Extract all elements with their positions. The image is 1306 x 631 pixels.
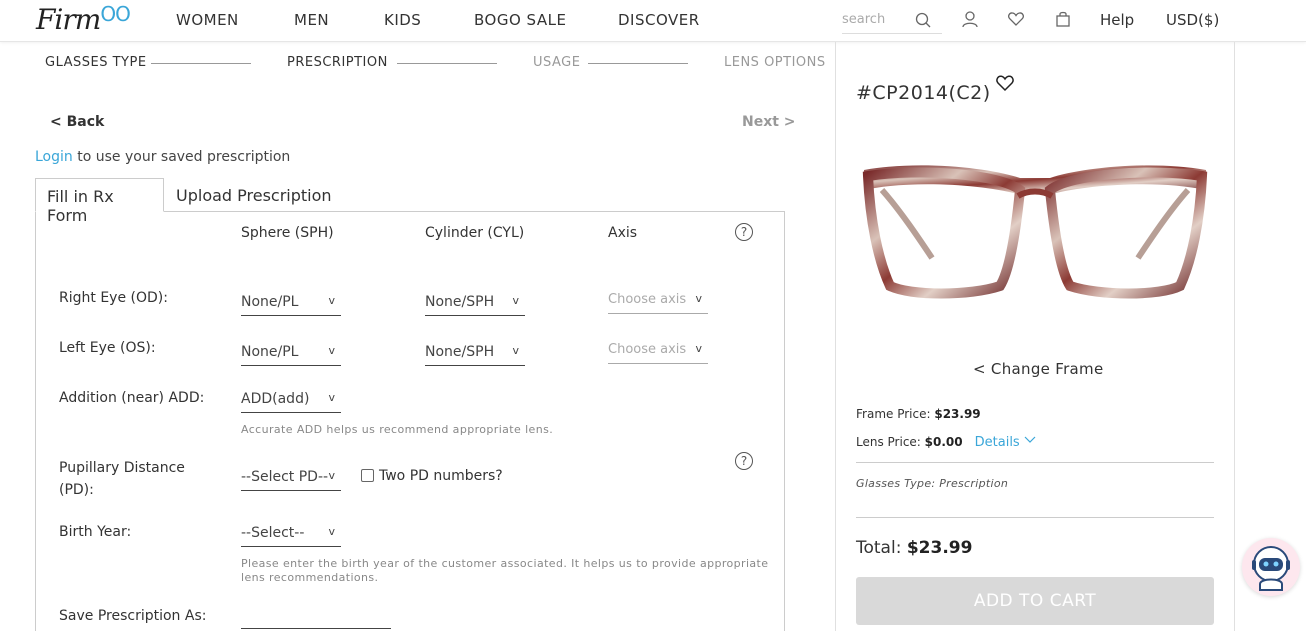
lens-price-label: Lens Price: xyxy=(856,435,925,449)
total-row: Total: $23.99 xyxy=(856,538,972,558)
birth-year-select[interactable]: --Select-- v xyxy=(241,521,341,547)
add-hint: Accurate ADD helps us recommend appropri… xyxy=(241,423,554,436)
nav-bogo-sale[interactable]: BOGO SALE xyxy=(474,11,566,29)
rx-help-icon[interactable]: ? xyxy=(735,223,753,241)
logo-accent: OO xyxy=(100,2,131,26)
step-divider xyxy=(397,63,497,64)
currency-selector[interactable]: USD($) xyxy=(1166,11,1219,29)
save-as-label: Save Prescription As: xyxy=(59,608,207,624)
os-axis-select[interactable]: Choose axis v xyxy=(608,338,708,364)
nav-men[interactable]: MEN xyxy=(294,11,329,29)
os-cylinder-value: None/SPH xyxy=(425,344,495,360)
chevron-down-icon: v xyxy=(328,469,335,482)
search-input[interactable] xyxy=(842,6,912,32)
login-prompt-text: to use your saved prescription xyxy=(72,149,291,165)
od-cylinder-select[interactable]: None/SPH v xyxy=(425,290,525,316)
total-label: Total: xyxy=(856,538,907,558)
birth-year-value: --Select-- xyxy=(241,525,305,541)
wishlist-heart-icon[interactable] xyxy=(1007,10,1025,28)
right-eye-label: Right Eye (OD): xyxy=(59,290,168,306)
divider xyxy=(856,462,1214,463)
chevron-down-icon: v xyxy=(328,391,335,404)
birth-hint-line2: lens recommendations. xyxy=(241,571,379,584)
os-sphere-value: None/PL xyxy=(241,344,299,360)
chevron-down-icon: v xyxy=(328,525,335,538)
two-pd-label[interactable]: Two PD numbers? xyxy=(379,468,503,484)
change-frame-link[interactable]: < Change Frame xyxy=(973,360,1103,378)
od-sphere-value: None/PL xyxy=(241,294,299,310)
pd-help-icon[interactable]: ? xyxy=(735,452,753,470)
addition-label: Addition (near) ADD: xyxy=(59,390,205,406)
product-sku: #CP2014(C2) xyxy=(856,82,991,104)
search-box xyxy=(842,6,942,34)
chevron-down-icon: v xyxy=(512,294,519,307)
pd-label-line1: Pupillary Distance xyxy=(59,460,185,476)
pd-label-line2: (PD): xyxy=(59,482,94,498)
od-axis-value: Choose axis xyxy=(608,292,687,307)
cart-bag-icon[interactable] xyxy=(1054,10,1072,28)
od-cylinder-value: None/SPH xyxy=(425,294,495,310)
step-usage: USAGE xyxy=(533,55,581,70)
od-axis-select[interactable]: Choose axis v xyxy=(608,288,708,314)
left-eye-label: Left Eye (OS): xyxy=(59,340,156,356)
chat-assistant-button[interactable] xyxy=(1242,538,1300,596)
save-as-input[interactable] xyxy=(241,611,391,629)
tab-upload-prescription[interactable]: Upload Prescription xyxy=(165,178,343,212)
step-lens-options: LENS OPTIONS xyxy=(724,55,826,70)
col-axis: Axis xyxy=(608,225,638,241)
total-value: $23.99 xyxy=(906,538,973,558)
col-sphere: Sphere (SPH) xyxy=(241,225,334,241)
login-prompt: Login to use your saved prescription xyxy=(35,149,290,165)
chevron-down-icon xyxy=(1024,436,1036,443)
birth-year-label: Birth Year: xyxy=(59,524,132,540)
details-toggle[interactable]: Details xyxy=(975,435,1036,450)
chevron-down-icon: v xyxy=(512,344,519,357)
nav-discover[interactable]: DISCOVER xyxy=(618,11,700,29)
divider xyxy=(856,517,1214,518)
add-select[interactable]: ADD(add) v xyxy=(241,387,341,413)
site-logo[interactable]: FirmOO xyxy=(36,2,131,36)
pd-value: --Select PD-- xyxy=(241,469,329,485)
nav-women[interactable]: WOMEN xyxy=(176,11,239,29)
back-button[interactable]: < Back xyxy=(50,114,104,130)
pd-select[interactable]: --Select PD-- v xyxy=(241,465,341,491)
next-button[interactable]: Next > xyxy=(742,114,796,130)
two-pd-checkbox[interactable] xyxy=(361,469,374,482)
step-divider xyxy=(151,63,251,64)
details-label: Details xyxy=(974,435,1020,450)
add-to-cart-button[interactable]: ADD TO CART xyxy=(856,577,1214,625)
frame-price-row: Frame Price: $23.99 xyxy=(856,407,981,421)
glasses-type-summary: Glasses Type: Prescription xyxy=(856,477,1009,490)
add-value: ADD(add) xyxy=(241,391,310,407)
os-axis-value: Choose axis xyxy=(608,342,687,357)
frame-price-value: $23.99 xyxy=(934,407,981,421)
chevron-down-icon: v xyxy=(328,294,335,307)
step-glasses-type[interactable]: GLASSES TYPE xyxy=(45,55,147,70)
search-icon[interactable] xyxy=(915,12,931,28)
nav-kids[interactable]: KIDS xyxy=(384,11,421,29)
account-icon[interactable] xyxy=(961,10,979,28)
col-cylinder: Cylinder (CYL) xyxy=(425,225,525,241)
tab-fill-rx-form[interactable]: Fill in Rx Form xyxy=(35,178,164,225)
glasses-product-image xyxy=(862,165,1208,299)
step-divider xyxy=(588,63,688,64)
birth-hint-line1: Please enter the birth year of the custo… xyxy=(241,557,769,570)
lens-price-row: Lens Price: $0.00 Details xyxy=(856,435,1036,450)
step-prescription[interactable]: PRESCRIPTION xyxy=(287,55,388,70)
chevron-down-icon: v xyxy=(695,342,702,355)
site-header: FirmOO WOMEN MEN KIDS BOGO SALE DISCOVER… xyxy=(0,0,1306,42)
robot-icon xyxy=(1252,546,1290,591)
favorite-heart-icon[interactable] xyxy=(995,73,1015,93)
chevron-down-icon: v xyxy=(695,292,702,305)
os-sphere-select[interactable]: None/PL v xyxy=(241,340,341,366)
lens-price-value: $0.00 xyxy=(924,435,963,449)
od-sphere-select[interactable]: None/PL v xyxy=(241,290,341,316)
login-link[interactable]: Login xyxy=(35,149,73,165)
frame-price-label: Frame Price: xyxy=(856,407,935,421)
help-link[interactable]: Help xyxy=(1100,11,1134,29)
chevron-down-icon: v xyxy=(328,344,335,357)
os-cylinder-select[interactable]: None/SPH v xyxy=(425,340,525,366)
